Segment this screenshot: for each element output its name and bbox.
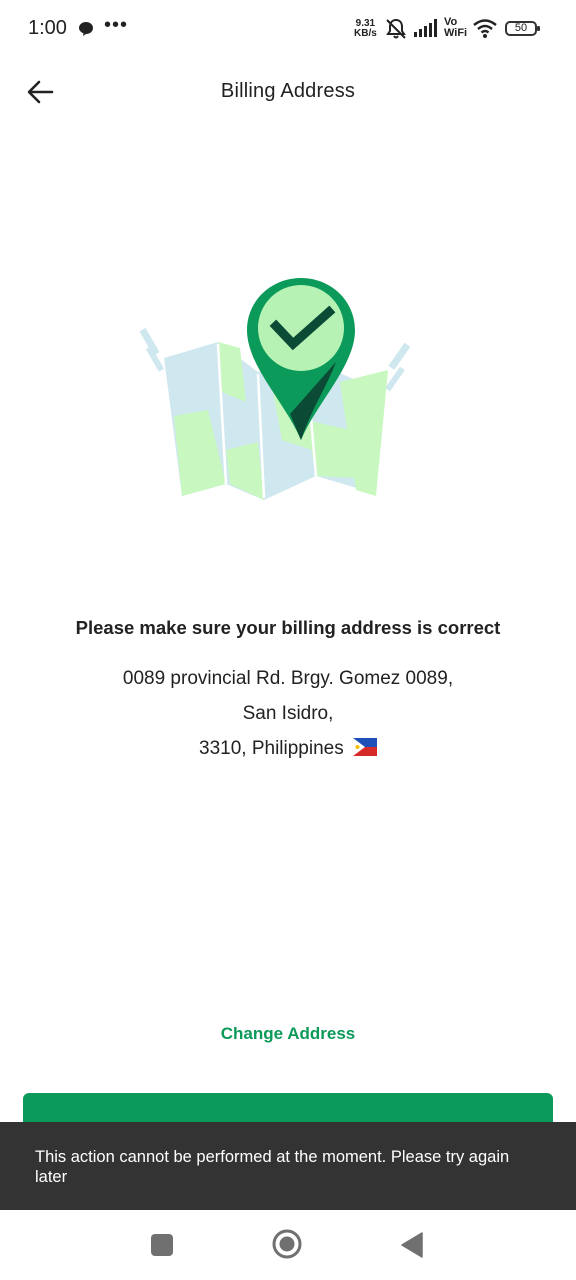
vowifi-indicator: Vo WiFi [444,17,467,39]
change-address-link[interactable]: Change Address [0,1024,576,1044]
page-title: Billing Address [220,80,356,102]
status-time: 1:00 [28,17,67,39]
snackbar-message: This action cannot be performed at the m… [35,1148,510,1186]
map-location-check-icon [139,278,411,500]
more-notifications-icon: ••• [104,14,129,36]
status-bar: 1:00 ••• 9.31 KB/s Vo WiFi 50 [0,0,576,58]
address-line-3-text: 3310, Philippines [199,738,344,759]
battery-indicator: 50 [505,21,540,36]
billing-confirm-heading: Please make sure your billing address is… [75,617,501,638]
vowifi-label: WiFi [444,27,468,39]
app-header: Billing Address [0,58,576,126]
network-speed: 9.31 KB/s [354,19,377,39]
network-speed-unit: KB/s [354,28,377,39]
muted-bell-icon [386,18,406,39]
address-line-2: San Isidro, [242,703,334,724]
philippines-flag-icon [353,738,377,756]
snackbar: This action cannot be performed at the m… [0,1122,576,1210]
recent-apps-button[interactable] [151,1234,173,1256]
home-button[interactable] [272,1229,302,1259]
system-nav-bar [0,1210,576,1280]
address-line-1: 0089 provincial Rd. Brgy. Gomez 0089, [122,668,454,689]
signal-strength-icon [414,19,437,37]
chat-notification-icon [79,22,93,36]
nav-back-button[interactable] [400,1232,424,1258]
address-line-3: 3310, Philippines [0,738,576,760]
wifi-icon [473,19,497,38]
